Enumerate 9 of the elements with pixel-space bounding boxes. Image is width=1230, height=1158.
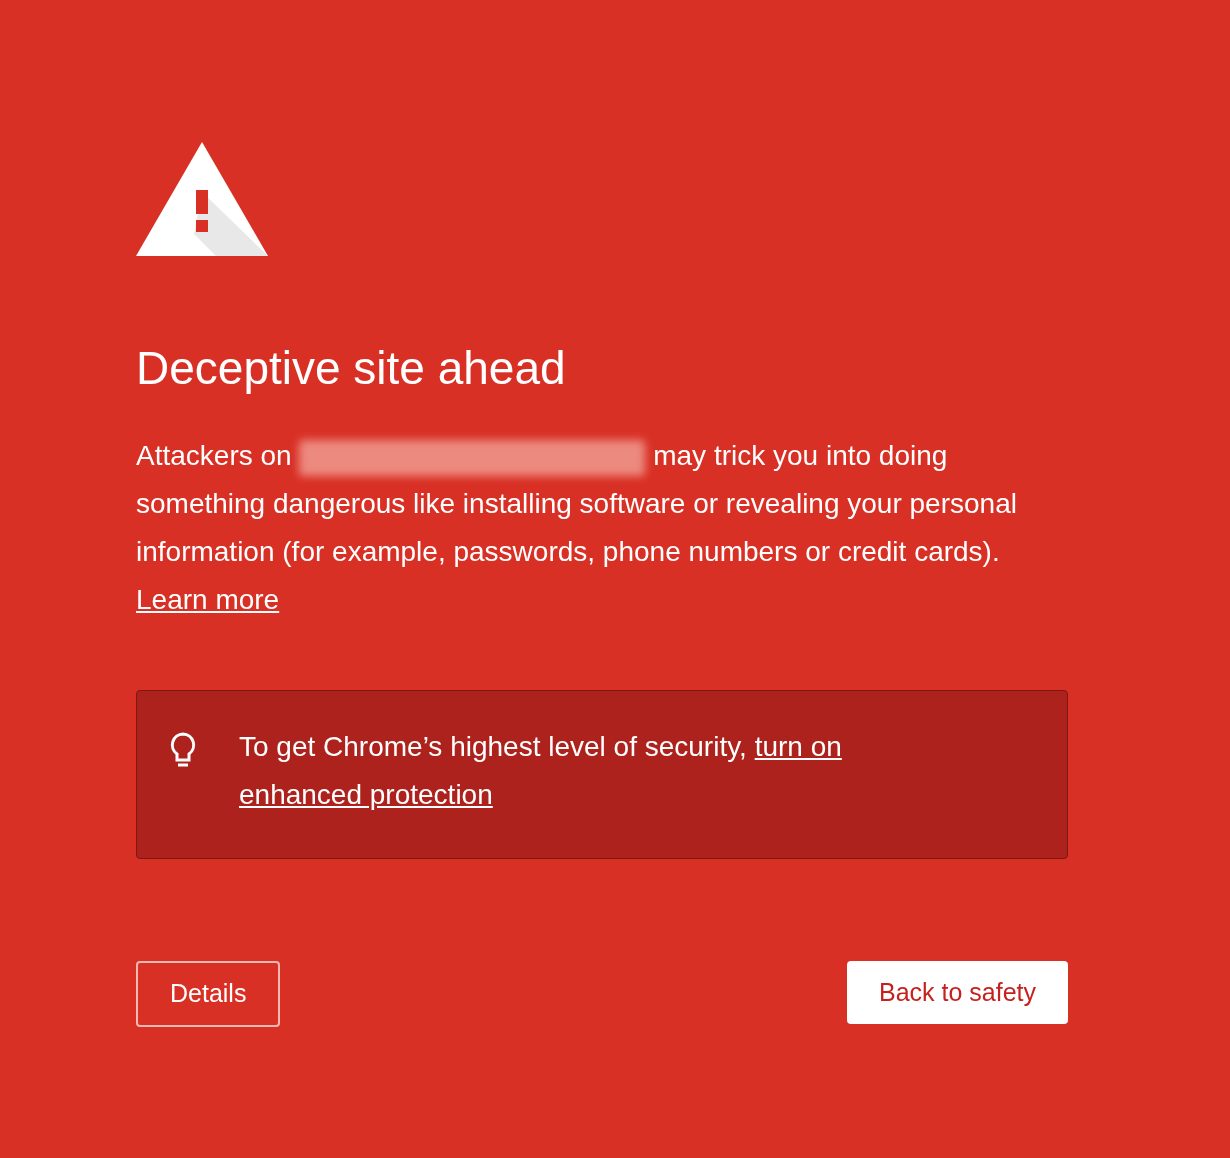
warning-icon	[136, 142, 268, 256]
enhanced-protection-link[interactable]: enhanced protection	[239, 779, 493, 810]
tip-text: To get Chrome’s highest level of security, turn on enhanced protection	[239, 730, 843, 812]
enhanced-protection-link[interactable]: turn on	[754, 731, 842, 762]
page-heading: Deceptive site ahead	[136, 341, 567, 396]
back-to-safety-button[interactable]: Back to safety	[846, 961, 1068, 1024]
learn-more-link[interactable]: Learn more	[136, 584, 280, 615]
warning-message: Attackers on may trick you into doing something dangerous like installing software or revealing your personal information (for example, passwords, phone numbers or credit cards). Learn more	[136, 438, 1018, 617]
details-button[interactable]: Details	[136, 961, 281, 1027]
